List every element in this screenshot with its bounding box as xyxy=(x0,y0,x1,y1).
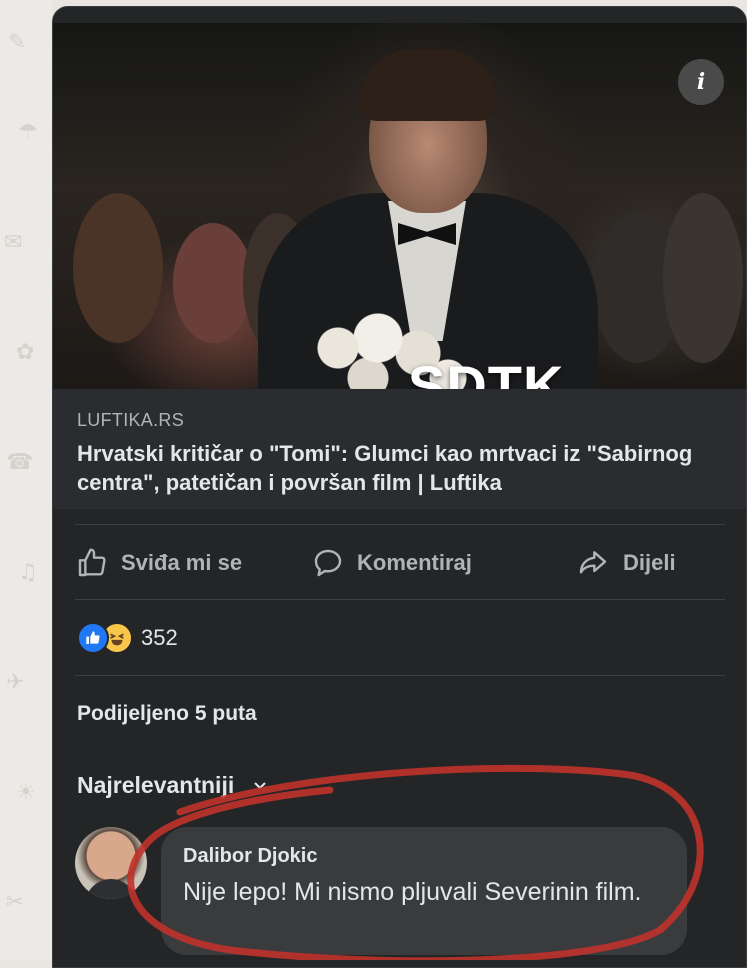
share-label: Dijeli xyxy=(623,550,676,575)
comment-item: Dalibor Djokic Nije lepo! Mi nismo pljuv… xyxy=(75,827,735,957)
divider xyxy=(75,675,725,676)
comment-bubble: Dalibor Djokic Nije lepo! Mi nismo pljuv… xyxy=(161,827,687,955)
person-hair xyxy=(359,49,497,121)
divider xyxy=(75,524,725,525)
sort-label: Najrelevantniji xyxy=(77,772,235,798)
chevron-down-icon xyxy=(254,781,266,789)
like-button[interactable]: Sviđa mi se xyxy=(75,547,242,579)
comment-label: Komentiraj xyxy=(357,550,472,575)
post-card: i SDTK LUFTIKA.RS Hrvatski kritičar o "T… xyxy=(52,6,747,968)
share-button[interactable]: Dijeli xyxy=(575,547,676,579)
divider xyxy=(75,599,725,600)
comment-sort-dropdown[interactable]: Najrelevantniji xyxy=(77,772,268,799)
link-headline[interactable]: Hrvatski kritičar o "Tomi": Glumci kao m… xyxy=(77,439,727,497)
reaction-summary[interactable]: 352 xyxy=(77,622,178,654)
comment-text: Nije lepo! Mi nismo pljuvali Severinin f… xyxy=(183,878,642,906)
action-bar: Sviđa mi se Komentiraj Dijeli xyxy=(53,527,746,599)
image-overlay-text: SDTK xyxy=(408,354,565,389)
thumbs-up-icon xyxy=(78,548,106,577)
link-preview-image[interactable]: i SDTK xyxy=(53,23,746,389)
like-reaction-icon xyxy=(77,622,109,654)
link-domain: LUFTIKA.RS xyxy=(77,410,185,430)
comment-icon xyxy=(314,549,342,577)
info-icon[interactable]: i xyxy=(678,59,724,105)
share-count[interactable]: Podijeljeno 5 puta xyxy=(77,702,257,726)
comment-button[interactable]: Komentiraj xyxy=(311,547,472,579)
avatar[interactable] xyxy=(75,827,147,899)
share-arrow-icon xyxy=(579,551,607,574)
reaction-count: 352 xyxy=(141,625,178,650)
like-label: Sviđa mi se xyxy=(121,550,243,575)
comment-author[interactable]: Dalibor Djokic xyxy=(183,845,317,868)
link-preview-text[interactable]: LUFTIKA.RS Hrvatski kritičar o "Tomi": G… xyxy=(53,389,746,509)
chat-wallpaper: ✎ ☂ ✉ ✿ ☎ ♫ ✈ ☀ ✂ xyxy=(0,0,52,960)
